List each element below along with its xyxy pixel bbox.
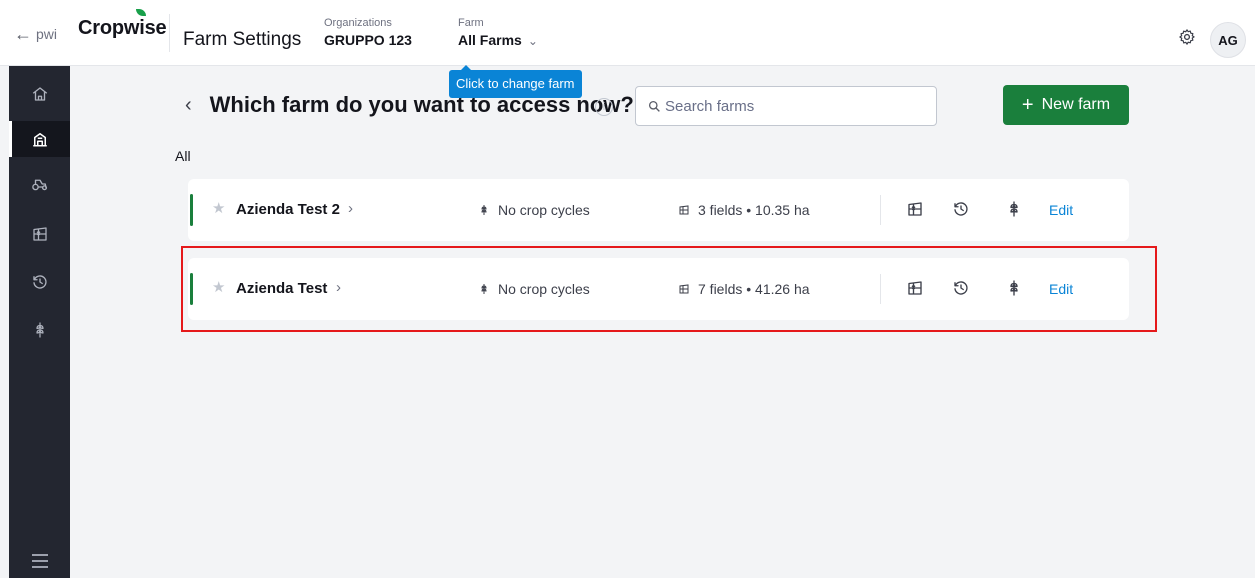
sidebar: [9, 66, 70, 578]
fields-icon: [32, 227, 47, 241]
sidebar-item-farm[interactable]: [9, 121, 70, 157]
crop-icon: [481, 205, 487, 215]
top-header: ← pwi Cropwise Farm Settings Organizatio…: [0, 0, 1255, 66]
hamburger-menu-icon: [31, 554, 48, 568]
search-box[interactable]: [635, 86, 937, 126]
crop-cycles: No crop cycles: [478, 202, 590, 218]
section-label: All: [175, 148, 191, 164]
brand-text: Cropwise: [78, 17, 167, 39]
chevron-left-icon[interactable]: ‹: [185, 94, 192, 117]
back-label: pwi: [36, 26, 58, 42]
header-divider: [169, 14, 170, 52]
fields-text: 3 fields • 10.35 ha: [698, 202, 810, 218]
avatar[interactable]: AG: [1210, 22, 1246, 58]
fields-icon: [679, 205, 689, 215]
brand-logo[interactable]: Cropwise: [78, 9, 167, 40]
crop-cycles-text: No crop cycles: [498, 202, 590, 218]
farm-icon: [32, 133, 47, 147]
highlight-box: [181, 246, 1157, 332]
farm-name[interactable]: Azienda Test 2: [236, 201, 340, 218]
organization-caption: Organizations: [324, 17, 392, 29]
new-farm-label: New farm: [1041, 96, 1111, 113]
sidebar-item-home[interactable]: [9, 76, 70, 112]
history-icon: [32, 275, 47, 289]
search-input[interactable]: [665, 97, 925, 115]
fields-icon: [908, 202, 922, 216]
sidebar-item-history[interactable]: [9, 264, 70, 300]
farm-card[interactable]: ★ Azienda Test 2 › No crop cycles 3 fiel…: [188, 179, 1129, 241]
status-bar: [190, 194, 193, 226]
home-icon: [32, 87, 47, 101]
fields-summary: 3 fields • 10.35 ha: [678, 202, 810, 218]
crop-icon: [35, 322, 44, 338]
chevron-right-icon[interactable]: ›: [348, 200, 353, 217]
star-icon[interactable]: ★: [212, 199, 225, 217]
info-icon[interactable]: i: [595, 98, 613, 116]
organization-value: GRUPPO 123: [324, 32, 412, 48]
machinery-icon: [31, 179, 47, 191]
farm-selector[interactable]: Farm All Farms ⌄: [458, 17, 538, 48]
sidebar-item-machinery[interactable]: [9, 166, 70, 202]
organization-selector[interactable]: Organizations GRUPPO 123: [324, 17, 412, 48]
crop-icon: [1010, 201, 1018, 217]
menu-button[interactable]: [9, 546, 70, 576]
history-icon: [954, 202, 968, 216]
farm-tooltip: Click to change farm: [449, 65, 582, 98]
plus-icon: +: [1021, 94, 1034, 116]
sidebar-item-fields[interactable]: [9, 216, 70, 252]
search-icon: [648, 100, 660, 112]
crop-action[interactable]: [1003, 198, 1025, 220]
fields-action[interactable]: [904, 198, 926, 220]
chevron-down-icon: ⌄: [527, 34, 538, 48]
card-divider: [880, 195, 881, 225]
main-content: ‹ Which farm do you want to access now? …: [70, 66, 1255, 578]
edit-link[interactable]: Edit: [1049, 202, 1073, 218]
farm-value: All Farms: [458, 32, 522, 48]
gear-icon[interactable]: [1178, 28, 1196, 46]
page-name: Farm Settings: [183, 29, 302, 50]
farm-caption: Farm: [458, 17, 484, 29]
sidebar-item-crops[interactable]: [9, 312, 70, 348]
new-farm-button[interactable]: + New farm: [1003, 85, 1129, 125]
arrow-left-icon: ←: [14, 23, 32, 44]
history-action[interactable]: [950, 198, 972, 220]
